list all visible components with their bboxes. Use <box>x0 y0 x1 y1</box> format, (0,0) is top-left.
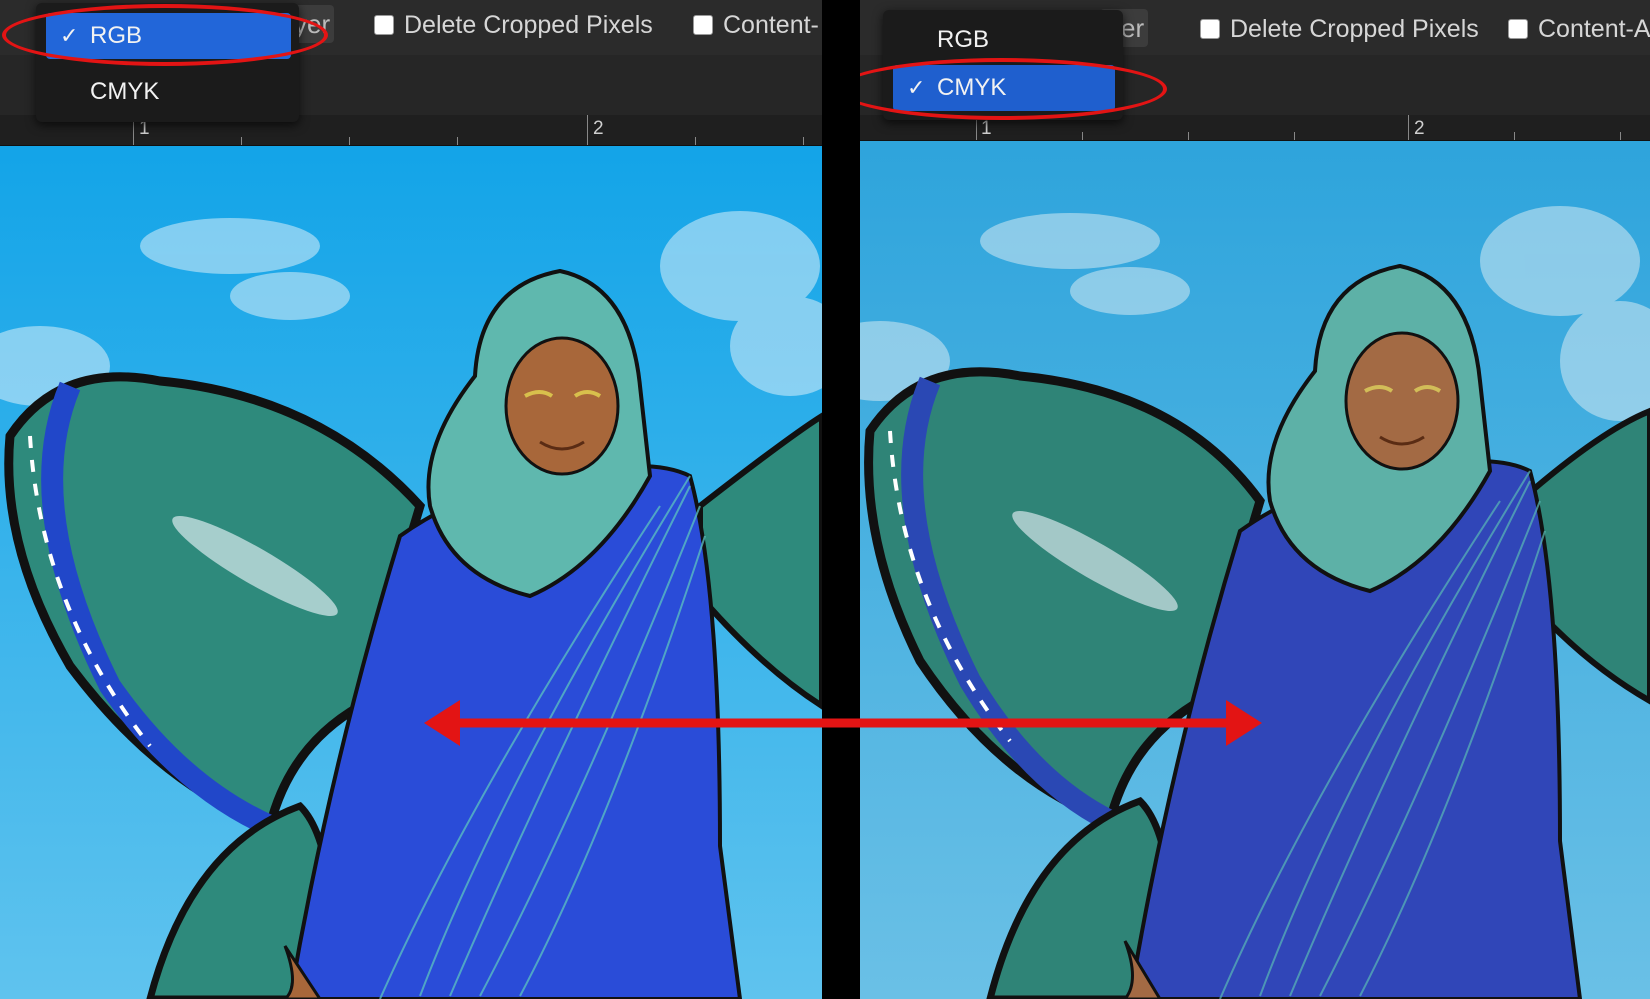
color-mode-label: CMYK <box>937 74 1007 101</box>
ruler-number: 2 <box>593 118 604 139</box>
checkmark-icon: ✓ <box>907 75 926 100</box>
ruler-number: 1 <box>981 118 992 139</box>
ruler-tick <box>1082 132 1083 140</box>
delete-cropped-pixels-label: Delete Cropped Pixels <box>1230 14 1479 43</box>
color-mode-dropdown[interactable]: RGB ✓ CMYK <box>883 10 1123 120</box>
ruler-number: 2 <box>1414 118 1425 139</box>
ruler-tick <box>349 137 350 145</box>
artwork-canvas-cmyk <box>860 141 1650 999</box>
butterfly-fairy-artwork <box>860 141 1650 999</box>
panel-divider <box>822 0 860 999</box>
delete-cropped-pixels-checkbox[interactable] <box>1200 19 1220 39</box>
ruler-tick <box>1408 115 1409 140</box>
content-aware-label: Content- <box>723 10 819 39</box>
ruler-tick <box>587 115 588 145</box>
color-mode-item-rgb[interactable]: ✓ RGB <box>46 13 291 59</box>
color-mode-label: CMYK <box>90 78 160 105</box>
delete-cropped-pixels-checkbox[interactable] <box>374 15 394 35</box>
butterfly-fairy-artwork <box>0 146 822 999</box>
ruler-tick <box>241 137 242 145</box>
ruler-tick <box>1620 132 1621 140</box>
ruler-tick <box>1188 132 1189 140</box>
ruler-tick <box>695 137 696 145</box>
color-mode-dropdown[interactable]: ✓ RGB CMYK <box>36 3 299 122</box>
delete-cropped-pixels-option[interactable]: Delete Cropped Pixels <box>374 8 653 42</box>
ruler-tick <box>803 137 804 145</box>
face <box>1344 331 1460 471</box>
ruler-tick <box>457 137 458 145</box>
ruler-tick <box>1294 132 1295 140</box>
checkmark-icon: ✓ <box>60 23 79 48</box>
content-aware-checkbox[interactable] <box>693 15 713 35</box>
color-mode-label: RGB <box>90 22 143 49</box>
content-aware-option[interactable]: Content- <box>693 8 819 42</box>
content-aware-checkbox[interactable] <box>1508 19 1528 39</box>
color-mode-item-cmyk[interactable]: CMYK <box>46 69 291 115</box>
screenshot-panel-cmyk: yer Delete Cropped Pixels Content-A 1 2 <box>860 0 1650 999</box>
delete-cropped-pixels-label: Delete Cropped Pixels <box>404 10 653 39</box>
artwork-canvas-rgb <box>0 146 822 999</box>
color-mode-item-rgb[interactable]: RGB <box>893 17 1115 63</box>
screenshot-panel-rgb: yer Delete Cropped Pixels Content- 1 2 ✓… <box>0 0 822 999</box>
delete-cropped-pixels-option[interactable]: Delete Cropped Pixels <box>1200 12 1479 46</box>
color-mode-item-cmyk[interactable]: ✓ CMYK <box>893 65 1115 111</box>
face <box>504 336 620 476</box>
content-aware-option[interactable]: Content-A <box>1508 12 1650 46</box>
color-mode-label: RGB <box>937 26 990 53</box>
content-aware-label: Content-A <box>1538 14 1650 43</box>
ruler-tick <box>1514 132 1515 140</box>
